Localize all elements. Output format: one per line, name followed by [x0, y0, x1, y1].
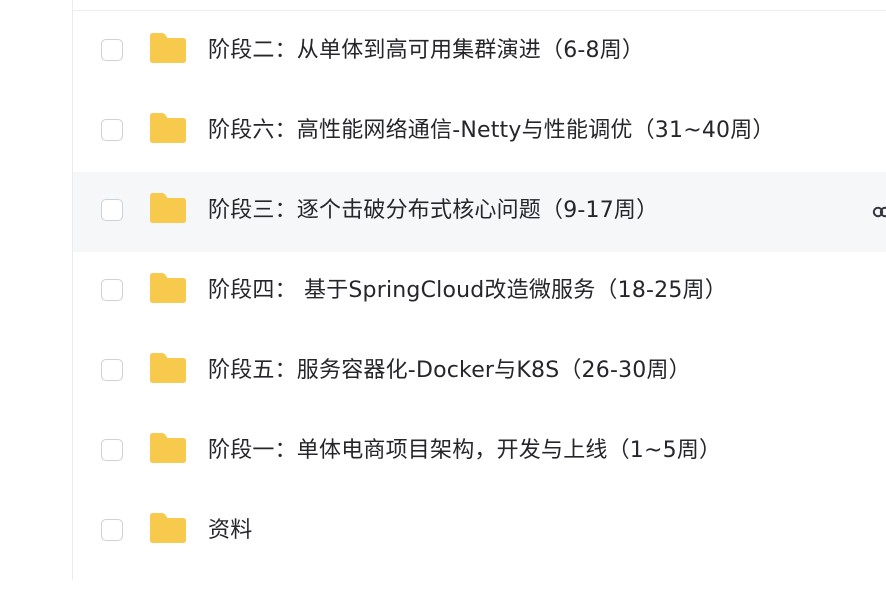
file-row[interactable]: 阶段四： 基于SpringCloud改造微服务（18-25周） — [73, 252, 886, 332]
file-row[interactable]: 阶段一：单体电商项目架构，开发与上线（1~5周） — [73, 412, 886, 492]
row-checkbox[interactable] — [101, 39, 123, 61]
row-checkbox[interactable] — [101, 199, 123, 221]
file-name[interactable]: 阶段五：服务容器化-Docker与K8S（26-30周） — [208, 357, 691, 385]
file-name[interactable]: 阶段三：逐个击破分布式核心问题（9-17周） — [208, 197, 658, 225]
file-name[interactable]: 资料 — [208, 517, 252, 545]
file-row[interactable]: 阶段二：从单体到高可用集群演进（6-8周） — [73, 12, 886, 92]
file-row[interactable]: 阶段五：服务容器化-Docker与K8S（26-30周） — [73, 332, 886, 412]
file-row[interactable]: 资料 — [73, 492, 886, 572]
file-row[interactable]: 阶段六：高性能网络通信-Netty与性能调优（31~40周） — [73, 92, 886, 172]
link-icon[interactable] — [870, 202, 886, 222]
divider — [73, 10, 886, 11]
sidebar-edge — [0, 0, 73, 580]
file-row-hovered[interactable]: 阶段三：逐个击破分布式核心问题（9-17周） — [73, 172, 886, 252]
folder-icon — [150, 193, 186, 223]
folder-icon — [150, 433, 186, 463]
file-name[interactable]: 阶段二：从单体到高可用集群演进（6-8周） — [208, 37, 644, 65]
page-bottom — [0, 580, 886, 592]
file-list: 阶段二：从单体到高可用集群演进（6-8周） 阶段六：高性能网络通信-Netty与… — [73, 0, 886, 580]
folder-icon — [150, 273, 186, 303]
file-name[interactable]: 阶段四： 基于SpringCloud改造微服务（18-25周） — [208, 277, 727, 305]
folder-icon — [150, 33, 186, 63]
row-checkbox[interactable] — [101, 119, 123, 141]
row-checkbox[interactable] — [101, 519, 123, 541]
row-checkbox[interactable] — [101, 439, 123, 461]
folder-icon — [150, 113, 186, 143]
row-checkbox[interactable] — [101, 279, 123, 301]
file-name[interactable]: 阶段六：高性能网络通信-Netty与性能调优（31~40周） — [208, 117, 775, 145]
file-name[interactable]: 阶段一：单体电商项目架构，开发与上线（1~5周） — [208, 437, 721, 465]
folder-icon — [150, 353, 186, 383]
row-checkbox[interactable] — [101, 359, 123, 381]
folder-icon — [150, 513, 186, 543]
